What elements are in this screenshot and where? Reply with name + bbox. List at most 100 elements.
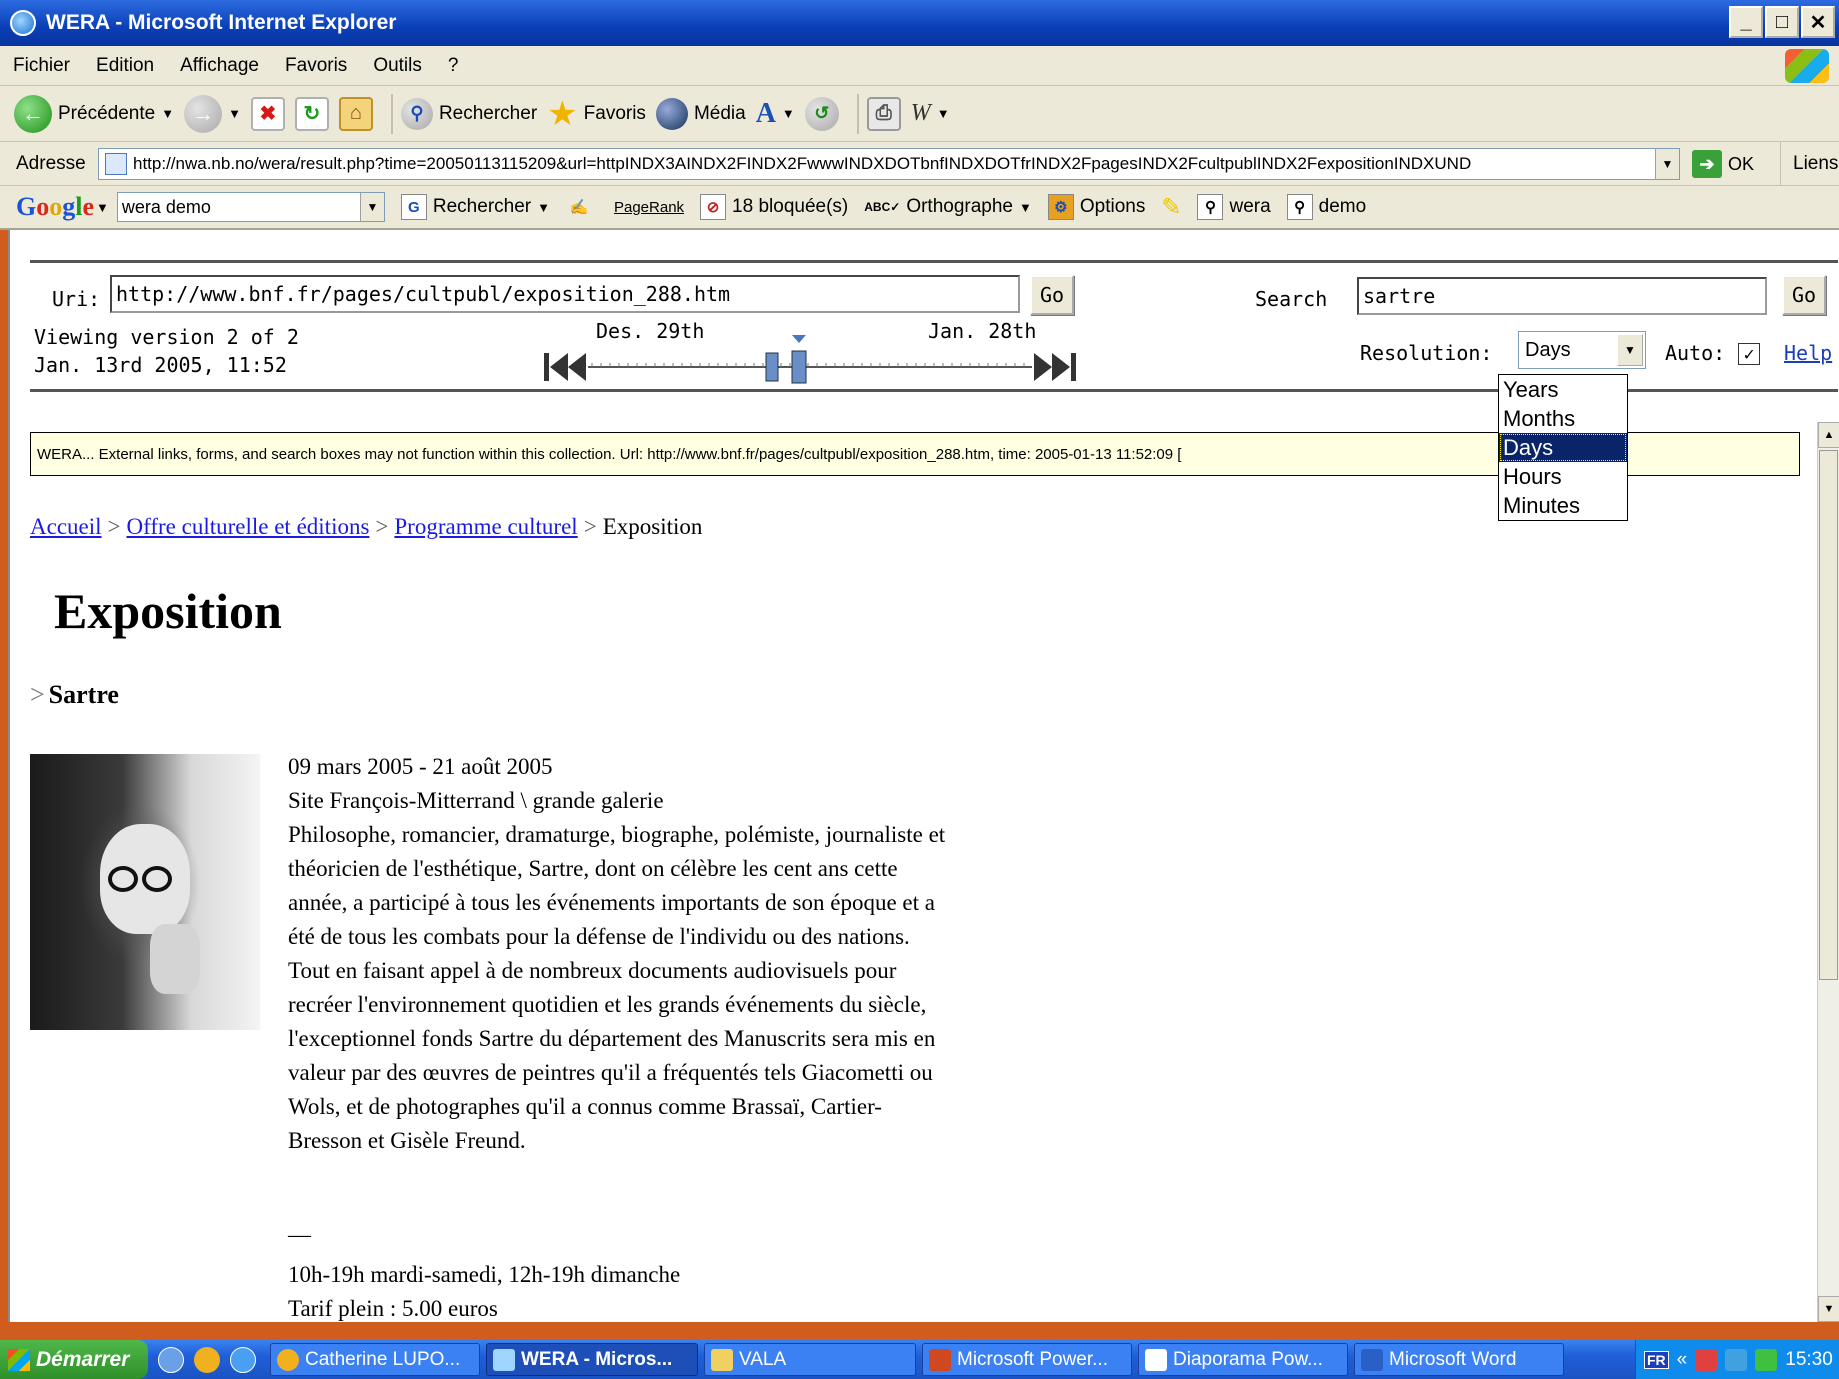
resolution-option-months[interactable]: Months: [1499, 404, 1627, 433]
users-icon[interactable]: [1755, 1348, 1778, 1371]
auto-checkbox[interactable]: ✓: [1738, 343, 1760, 365]
chevron-down-icon[interactable]: ▼: [228, 106, 241, 121]
chevron-down-icon[interactable]: ▼: [537, 200, 550, 215]
go-button[interactable]: ➔ OK: [1692, 150, 1754, 178]
find-wera-button[interactable]: ⚲ wera: [1197, 194, 1271, 220]
options-button[interactable]: ⚙ Options: [1047, 194, 1145, 220]
description-line: théoricien de l'esthétique, Sartre, dont…: [288, 856, 898, 881]
forward-button[interactable]: → ▼: [184, 94, 241, 133]
menu-edition[interactable]: Edition: [83, 55, 167, 77]
task-word[interactable]: Microsoft Word: [1354, 1343, 1564, 1376]
chevron-down-icon[interactable]: ▼: [937, 106, 950, 121]
chevron-down-icon[interactable]: ▼: [96, 200, 109, 215]
resolution-value: Days: [1525, 338, 1571, 361]
spellcheck-button[interactable]: ABC✓ Orthographe ▼: [864, 196, 1032, 218]
resolution-label: Resolution:: [1360, 341, 1493, 365]
pagerank-indicator[interactable]: PageRank: [614, 199, 684, 216]
monitor-icon[interactable]: [1725, 1348, 1748, 1371]
app-icon[interactable]: [194, 1346, 220, 1373]
search-button[interactable]: ⚲ Rechercher: [400, 97, 537, 130]
stop-button[interactable]: ✖: [250, 96, 285, 131]
task-vala[interactable]: VALA: [704, 1343, 916, 1376]
scroll-up-icon[interactable]: ▲: [1818, 422, 1839, 448]
google-search-button[interactable]: G Rechercher ▼: [400, 194, 550, 220]
resolution-option-hours[interactable]: Hours: [1499, 462, 1627, 491]
google-logo[interactable]: Google: [16, 192, 94, 222]
task-catherine[interactable]: Catherine LUPO...: [270, 1343, 480, 1376]
network-icon[interactable]: [1695, 1348, 1718, 1371]
resolution-option-days[interactable]: Days: [1499, 433, 1627, 462]
find-demo-button[interactable]: ⚲ demo: [1286, 194, 1366, 220]
start-button[interactable]: Démarrer: [0, 1340, 148, 1379]
refresh-button[interactable]: ↻: [294, 96, 329, 131]
home-button[interactable]: ⌂: [338, 96, 373, 131]
language-indicator[interactable]: FR: [1644, 1350, 1669, 1369]
last-version-button[interactable]: [1034, 353, 1076, 381]
window-controls: _ □ ✕: [1729, 6, 1835, 38]
google-query: wera demo: [121, 196, 211, 217]
task-wera[interactable]: WERA - Micros...: [486, 1343, 698, 1376]
task-label: Diaporama Pow...: [1173, 1348, 1323, 1370]
task-powerpoint[interactable]: Microsoft Power...: [922, 1343, 1132, 1376]
highlighter-button[interactable]: ✎: [1161, 193, 1181, 222]
breadcrumb-separator: >: [583, 514, 597, 539]
pagerank-label: PageRank: [613, 198, 685, 216]
chevron-down-icon[interactable]: ▼: [1617, 334, 1643, 366]
font-size-button[interactable]: A ▼: [756, 98, 795, 130]
tray-expand-icon[interactable]: «: [1677, 1349, 1688, 1371]
start-label: Démarrer: [36, 1347, 130, 1371]
menu-help[interactable]: ?: [435, 55, 472, 77]
first-version-button[interactable]: [544, 353, 586, 381]
current-version-marker[interactable]: [791, 350, 807, 384]
resolution-select[interactable]: Days ▼: [1518, 331, 1646, 369]
chevron-down-icon[interactable]: ▼: [1655, 149, 1679, 179]
system-tray: FR « 15:30: [1635, 1340, 1839, 1379]
breadcrumb-accueil[interactable]: Accueil: [30, 514, 102, 539]
favorites-button[interactable]: ★ Favoris: [547, 94, 646, 134]
chevron-down-icon[interactable]: ▼: [161, 106, 174, 121]
version-marker[interactable]: [765, 352, 779, 382]
maximize-button[interactable]: □: [1765, 6, 1799, 38]
address-input[interactable]: http://nwa.nb.no/wera/result.php?time=20…: [98, 148, 1680, 180]
minimize-button[interactable]: _: [1729, 6, 1763, 38]
breadcrumb-offre-culturelle[interactable]: Offre culturelle et éditions: [127, 514, 370, 539]
news-button[interactable]: ✍: [566, 194, 598, 220]
media-button[interactable]: Média: [655, 97, 746, 130]
find-icon: ⚲: [1286, 194, 1313, 220]
resolution-option-minutes[interactable]: Minutes: [1499, 491, 1627, 520]
menu-affichage[interactable]: Affichage: [167, 55, 272, 77]
menu-outils[interactable]: Outils: [360, 55, 435, 77]
breadcrumb-current: Exposition: [602, 514, 703, 539]
menu-fichier[interactable]: Fichier: [0, 55, 83, 77]
popup-blocker-icon: ⊘: [700, 194, 727, 220]
scroll-down-icon[interactable]: ▼: [1818, 1296, 1839, 1322]
help-link[interactable]: Help: [1784, 341, 1832, 365]
desktop-icon[interactable]: [158, 1346, 184, 1373]
clock: 15:30: [1785, 1348, 1833, 1370]
resolution-option-years[interactable]: Years: [1499, 375, 1627, 404]
scroll-thumb[interactable]: [1819, 450, 1838, 980]
chevron-down-icon[interactable]: ▼: [1019, 200, 1032, 215]
back-button[interactable]: ← Précédente ▼: [14, 94, 174, 133]
breadcrumb-programme-culturel[interactable]: Programme culturel: [394, 514, 577, 539]
popup-blocker-button[interactable]: ⊘ 18 bloquée(s): [700, 194, 848, 220]
menu-favoris[interactable]: Favoris: [272, 55, 360, 77]
word-button[interactable]: W ▼: [911, 100, 950, 127]
close-button[interactable]: ✕: [1801, 6, 1835, 38]
chevron-down-icon[interactable]: ▼: [359, 193, 384, 221]
google-search-input[interactable]: wera demo ▼: [116, 192, 385, 222]
chevron-down-icon[interactable]: ▼: [782, 106, 795, 121]
opening-hours: 10h-19h mardi-samedi, 12h-19h dimanche: [288, 1262, 681, 1287]
history-button[interactable]: ↺: [804, 96, 839, 131]
breadcrumb-separator: >: [375, 514, 389, 539]
task-diaporama[interactable]: Diaporama Pow...: [1138, 1343, 1348, 1376]
auto-label: Auto:: [1665, 341, 1726, 365]
links-button[interactable]: Liens: [1780, 142, 1838, 186]
ie-icon[interactable]: [230, 1346, 256, 1373]
go-arrow-icon: ➔: [1692, 150, 1722, 178]
exhibition-heading: > Sartre: [30, 680, 119, 710]
vertical-scrollbar[interactable]: ▲ ▼: [1817, 422, 1839, 1322]
print-button[interactable]: ⎙: [866, 96, 901, 131]
media-label: Média: [693, 102, 746, 124]
toolbar-divider: [390, 93, 393, 134]
